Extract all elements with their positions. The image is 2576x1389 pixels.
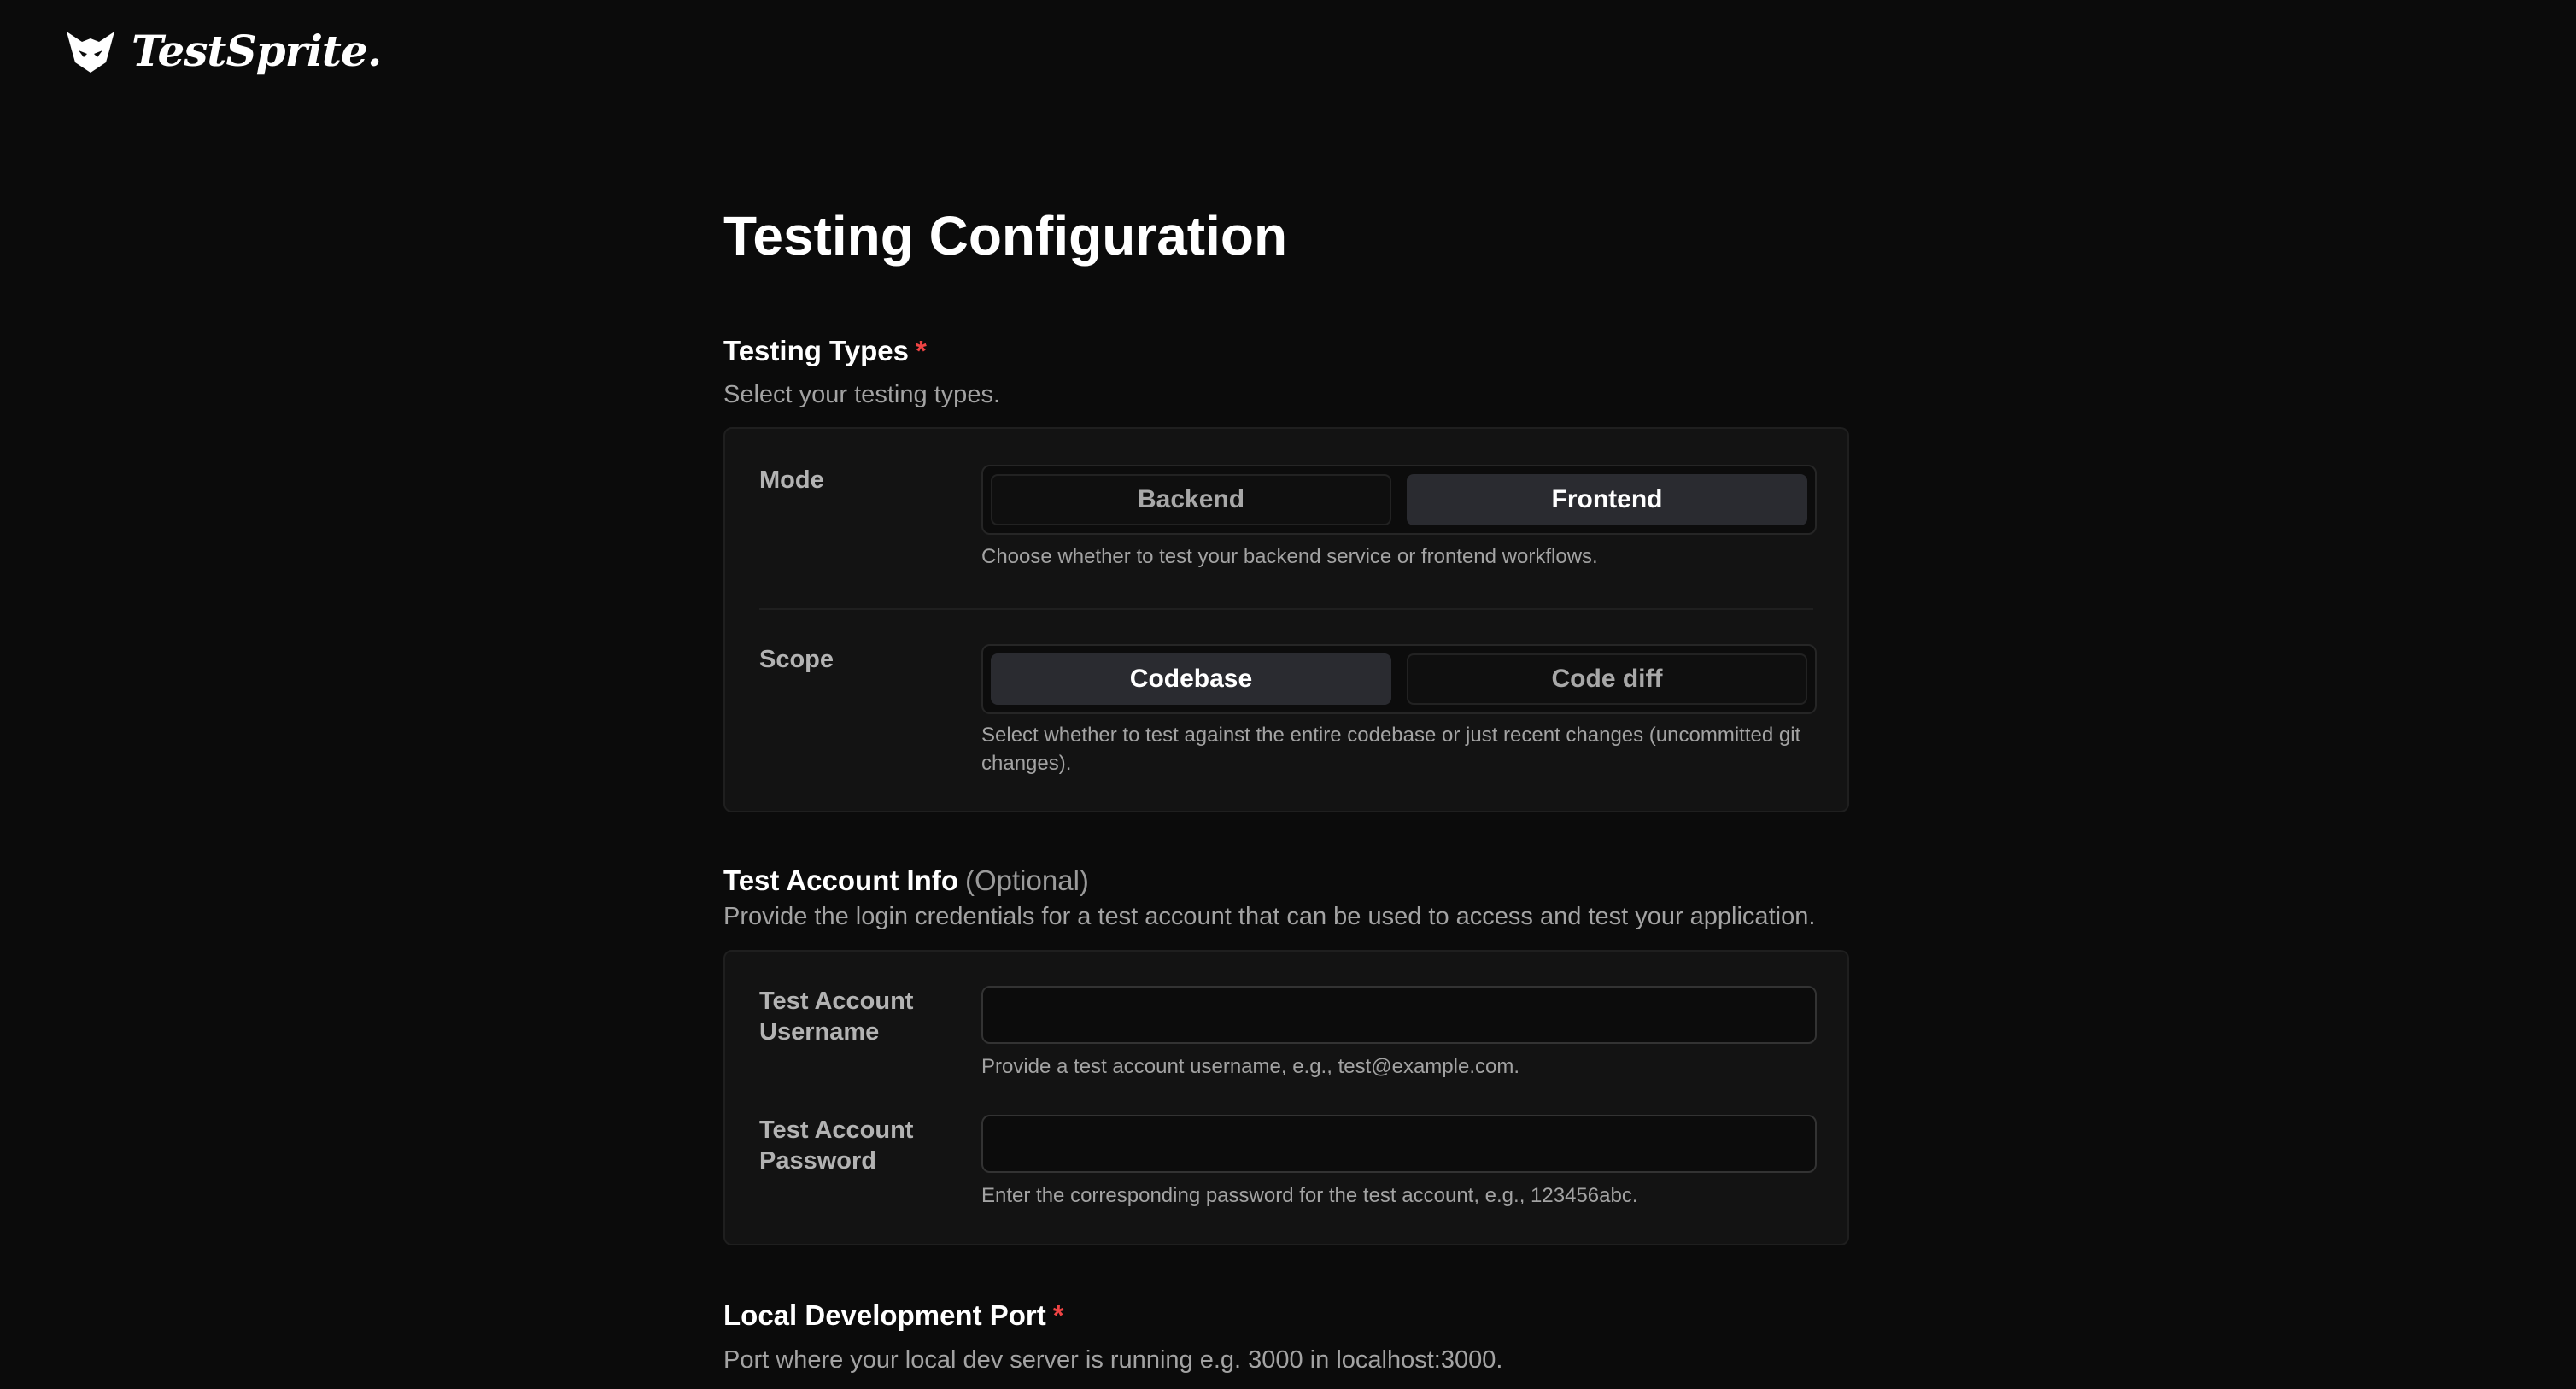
local-port-description: Port where your local dev server is runn… xyxy=(723,1346,1503,1374)
password-label: Test Account Password xyxy=(759,1116,914,1175)
testing-types-card: Mode Backend Frontend Choose whether to … xyxy=(723,427,1849,812)
scope-codebase-button[interactable]: Codebase xyxy=(991,653,1391,705)
password-input[interactable] xyxy=(981,1115,1817,1173)
username-label: Test Account Username xyxy=(759,988,914,1046)
optional-label: (Optional) xyxy=(965,864,1089,896)
mode-hint: Choose whether to test your backend serv… xyxy=(981,545,1598,568)
local-port-title: Local Development Port * xyxy=(723,1298,1064,1333)
scope-segmented-control: Codebase Code diff xyxy=(981,644,1817,714)
scope-hint: Select whether to test against the entir… xyxy=(981,724,1801,775)
page-title: Testing Configuration xyxy=(723,205,1288,267)
testing-types-description: Select your testing types. xyxy=(723,381,1000,408)
required-mark: * xyxy=(915,335,927,366)
password-hint: Enter the corresponding password for the… xyxy=(981,1184,1638,1207)
scope-code-diff-button[interactable]: Code diff xyxy=(1407,653,1807,705)
test-account-title-text: Test Account Info xyxy=(723,864,958,896)
username-hint: Provide a test account username, e.g., t… xyxy=(981,1055,1519,1078)
required-mark: * xyxy=(1052,1299,1064,1331)
divider xyxy=(759,608,1813,610)
test-account-title: Test Account Info (Optional) xyxy=(723,863,1089,899)
test-account-card: Test Account Username Provide a test acc… xyxy=(723,950,1849,1245)
fox-logo-icon xyxy=(67,31,114,73)
testing-types-title: Testing Types * xyxy=(723,333,927,369)
local-port-title-text: Local Development Port xyxy=(723,1299,1046,1331)
mode-backend-button[interactable]: Backend xyxy=(991,474,1391,525)
logo-text: TestSprite. xyxy=(132,26,382,76)
mode-label: Mode xyxy=(759,466,824,494)
mode-segmented-control: Backend Frontend xyxy=(981,465,1817,535)
username-input[interactable] xyxy=(981,986,1817,1044)
scope-label: Scope xyxy=(759,646,834,673)
mode-frontend-button[interactable]: Frontend xyxy=(1407,474,1807,525)
app-logo[interactable]: TestSprite. xyxy=(65,26,382,76)
test-account-description: Provide the login credentials for a test… xyxy=(723,903,1816,930)
testing-types-title-text: Testing Types xyxy=(723,335,909,366)
